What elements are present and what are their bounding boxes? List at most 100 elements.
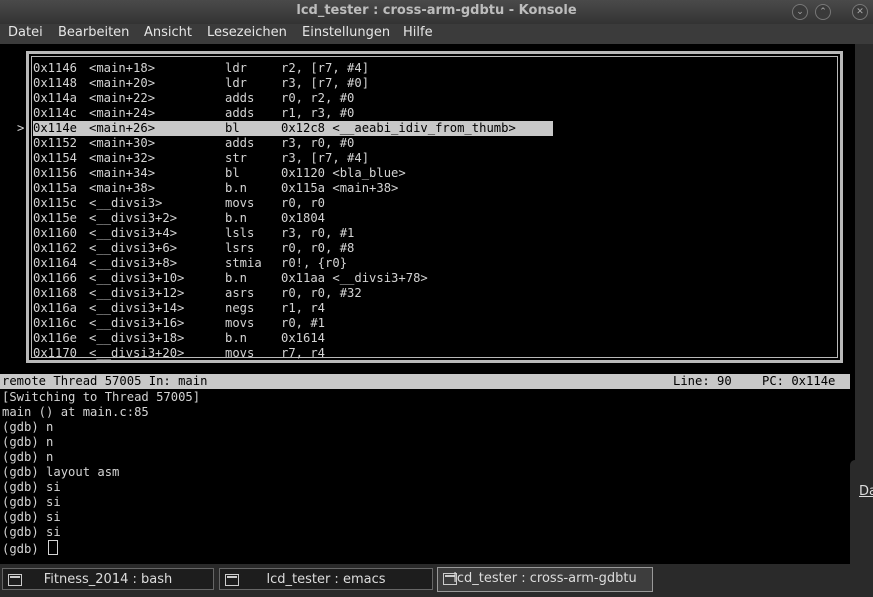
asm-op: ldr — [225, 61, 248, 75]
asm-row: 0x1166 <__divsi3+10> b.n 0x11aa <__divsi3+7… — [33, 271, 553, 286]
menu-lesezeichen[interactable]: Lesezeichen — [207, 25, 287, 40]
asm-op: adds — [225, 91, 255, 105]
tab-label: lcd_tester : emacs — [266, 572, 386, 587]
asm-args: r0, r0, #32 — [281, 286, 362, 300]
menu-bearbeiten[interactable]: Bearbeiten — [58, 25, 129, 40]
asm-addr: 0x114c — [33, 106, 78, 120]
terminal-cursor — [48, 540, 59, 555]
side-popup[interactable]: Da — [850, 460, 873, 572]
asm-addr: 0x1166 — [33, 271, 78, 285]
asm-op: bl — [225, 166, 240, 180]
asm-sym: <__divsi3+16> — [89, 316, 185, 330]
asm-sym: <__divsi3+4> — [89, 226, 178, 240]
asm-addr: 0x1154 — [33, 151, 78, 165]
asm-addr: 0x114e — [33, 121, 78, 135]
window-title: lcd_tester : cross-arm-gdbtu - Konsole — [296, 3, 577, 18]
menu-hilfe[interactable]: Hilfe — [403, 25, 433, 40]
asm-sym: <main+34> — [89, 166, 156, 180]
asm-sym: <main+32> — [89, 151, 156, 165]
asm-row: 0x114c <main+24> adds r1, r3, #0 — [33, 106, 553, 121]
asm-sym: <main+30> — [89, 136, 156, 150]
asm-sym: <main+20> — [89, 76, 156, 90]
asm-args: r0, #1 — [281, 316, 326, 330]
asm-row: 0x1148 <main+20> ldr r3, [r7, #0] — [33, 76, 553, 91]
asm-addr: 0x116a — [33, 301, 78, 315]
prompt-line[interactable]: (gdb) — [2, 540, 59, 556]
asm-args: r1, r4 — [281, 301, 326, 315]
asm-args: r3, [r7, #0] — [281, 76, 370, 90]
asm-addr: 0x1160 — [33, 226, 78, 240]
asm-row: 0x115c <__divsi3> movs r0, r0 — [33, 196, 553, 211]
asm-args: 0x1120 <bla_blue> — [281, 166, 406, 180]
session-tab-bar: Fitness_2014 : bash lcd_tester : emacs l… — [0, 564, 873, 597]
console-line: (gdb) n — [2, 450, 54, 464]
terminal-area[interactable]: 0x1146 <main+18> ldr r2, [r7, #4] 0x1148 <mai… — [0, 44, 855, 564]
asm-row: 0x1152 <main+30> adds r3, r0, #0 — [33, 136, 553, 151]
asm-addr: 0x116e — [33, 331, 78, 345]
asm-addr: 0x1156 — [33, 166, 78, 180]
asm-sym: <__divsi3+18> — [89, 331, 185, 345]
asm-op: lsrs — [225, 241, 255, 255]
asm-op: movs — [225, 346, 255, 360]
asm-row: 0x1162 <__divsi3+6> lsrs r0, r0, #8 — [33, 241, 553, 256]
asm-addr: 0x1162 — [33, 241, 78, 255]
asm-args: r3, [r7, #4] — [281, 151, 370, 165]
asm-row: 0x1160 <__divsi3+4> lsls r3, r0, #1 — [33, 226, 553, 241]
gdb-status-line: remote Thread 57005 In: main Line: 90 PC… — [0, 374, 850, 389]
asm-op: lsls — [225, 226, 255, 240]
asm-args: 0x12c8 <__aeabi_idiv_from_thumb> — [281, 121, 516, 135]
console-line: [Switching to Thread 57005] — [2, 390, 201, 404]
console-line: (gdb) si — [2, 495, 61, 509]
asm-args: r7, r4 — [281, 346, 326, 360]
asm-args: r2, [r7, #4] — [281, 61, 370, 75]
tab-fitness-bash[interactable]: Fitness_2014 : bash — [2, 568, 214, 590]
asm-op: str — [225, 151, 248, 165]
asm-row: 0x1170 <__divsi3+20> movs r7, r4 — [33, 346, 553, 361]
console-line: (gdb) si — [2, 525, 61, 539]
menu-datei[interactable]: Datei — [8, 25, 43, 40]
popup-label: Da — [859, 484, 873, 499]
status-pc: PC: 0x114e — [762, 374, 836, 388]
asm-row: 0x114a <main+22> adds r0, r2, #0 — [33, 91, 553, 106]
tab-lcd-emacs[interactable]: lcd_tester : emacs — [219, 568, 433, 590]
asm-addr: 0x114a — [33, 91, 78, 105]
maximize-button[interactable]: ⌃ — [815, 4, 831, 20]
asm-row: 0x1164 <__divsi3+8> stmia r0!, {r0} — [33, 256, 553, 271]
status-line: Line: 90 — [673, 374, 732, 388]
console-line: (gdb) si — [2, 480, 61, 494]
asm-row: 0x1168 <__divsi3+12> asrs r0, r0, #32 — [33, 286, 553, 301]
asm-sym: <__divsi3+14> — [89, 301, 185, 315]
asm-addr: 0x1146 — [33, 61, 78, 75]
tab-lcd-gdb[interactable]: lcd_tester : cross-arm-gdbtu — [437, 567, 653, 592]
minimize-button[interactable]: ⌄ — [792, 4, 808, 20]
asm-args: r0, r0, #8 — [281, 241, 355, 255]
asm-row: 0x116c <__divsi3+16> movs r0, #1 — [33, 316, 553, 331]
console-line: (gdb) layout asm — [2, 465, 120, 479]
asm-row: 0x1146 <main+18> ldr r2, [r7, #4] — [33, 61, 553, 76]
asm-sym: <main+38> — [89, 181, 156, 195]
gdb-prompt: (gdb) — [2, 542, 47, 556]
asm-row: 0x1156 <main+34> bl 0x1120 <bla_blue> — [33, 166, 553, 181]
title-bar: lcd_tester : cross-arm-gdbtu - Konsole ⌄… — [0, 0, 873, 24]
menu-einstellungen[interactable]: Einstellungen — [302, 25, 390, 40]
console-line: (gdb) n — [2, 420, 54, 434]
asm-addr: 0x1164 — [33, 256, 78, 270]
asm-addr: 0x1168 — [33, 286, 78, 300]
asm-addr: 0x116c — [33, 316, 78, 330]
asm-args: r0!, {r0} — [281, 256, 348, 270]
console-line: main () at main.c:85 — [2, 405, 149, 419]
asm-sym: <__divsi3+20> — [89, 346, 185, 360]
asm-args: 0x1614 — [281, 331, 326, 345]
asm-row: 0x1154 <main+32> str r3, [r7, #4] — [33, 151, 553, 166]
menu-ansicht[interactable]: Ansicht — [144, 25, 192, 40]
asm-args: r0, r0 — [281, 196, 326, 210]
tab-label: Fitness_2014 : bash — [43, 572, 173, 587]
asm-op: ldr — [225, 76, 248, 90]
asm-op: movs — [225, 196, 255, 210]
close-button[interactable]: ✕ — [852, 4, 868, 20]
asm-sym: <__divsi3+2> — [89, 211, 178, 225]
asm-op: b.n — [225, 331, 248, 345]
asm-args: r3, r0, #0 — [281, 136, 355, 150]
asm-addr: 0x1148 — [33, 76, 78, 90]
asm-sym: <main+22> — [89, 91, 156, 105]
